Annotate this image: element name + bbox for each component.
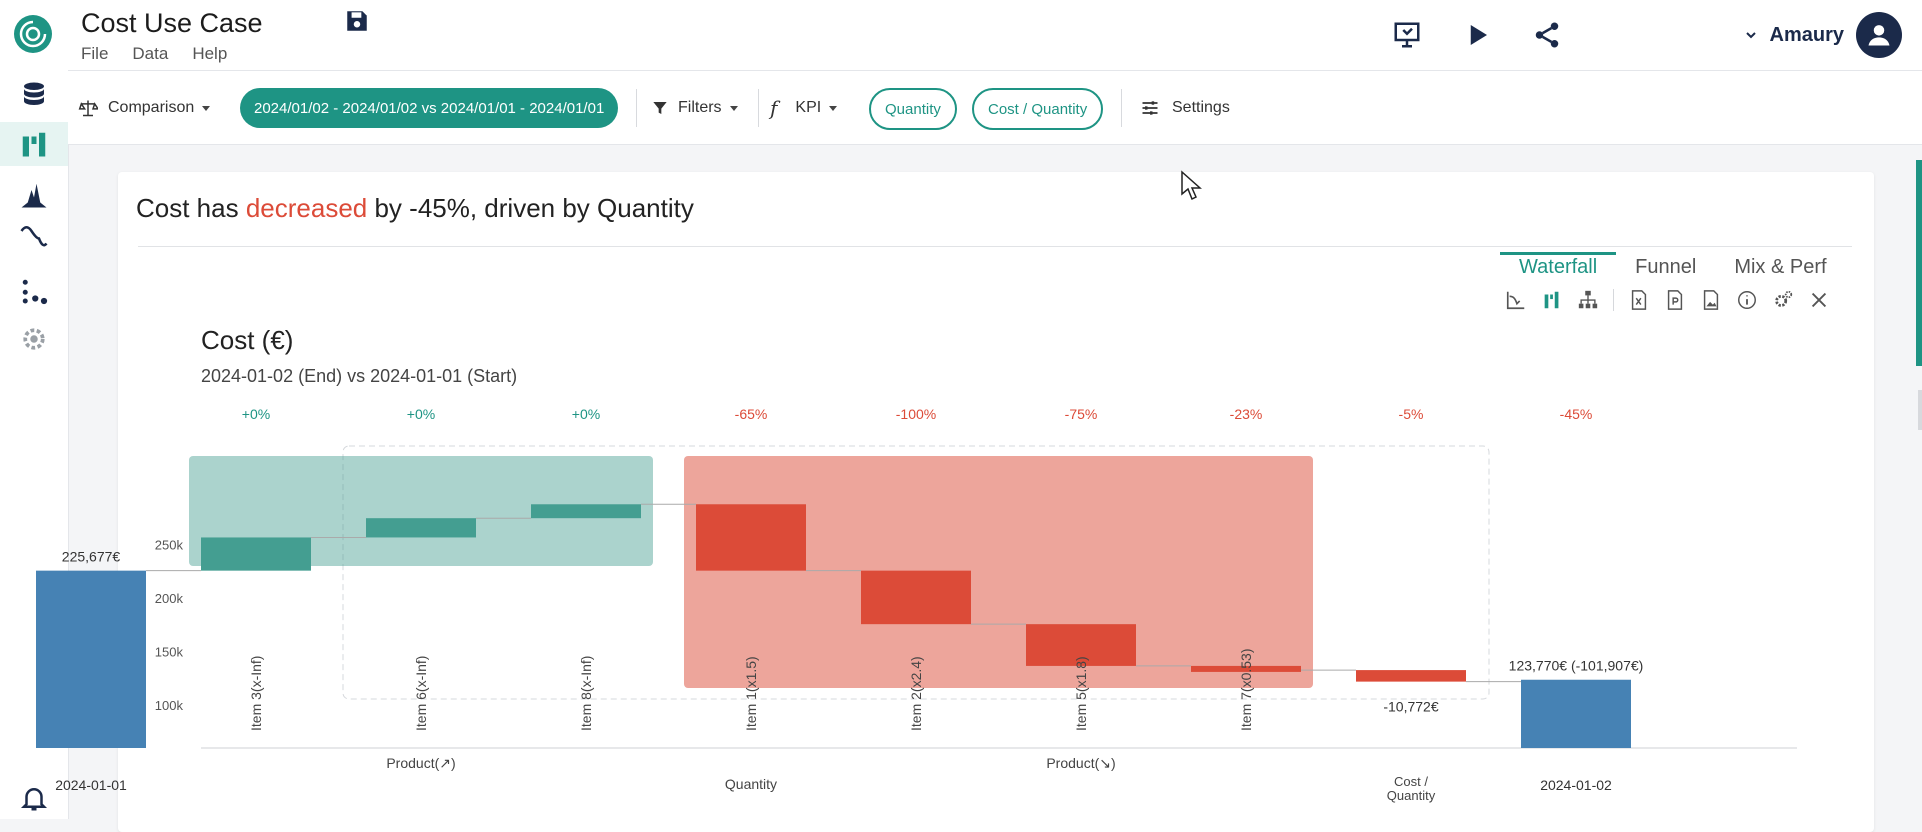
insight-suffix: by -45%, driven by Quantity [367,193,694,223]
tab-funnel[interactable]: Funnel [1616,252,1715,284]
tab-mix-perf[interactable]: Mix & Perf [1715,252,1845,284]
menu-help[interactable]: Help [192,44,227,64]
toolbar-divider [758,89,759,127]
distribution-icon [21,183,47,208]
comparison-label: Comparison [108,99,195,116]
database-icon [24,82,44,105]
chart-tools [1505,289,1830,311]
sidebar-item-scatter[interactable] [0,269,68,313]
scrollbar-thumb[interactable] [1916,160,1922,366]
kpi-pill-cost-per-quantity[interactable]: Cost / Quantity [972,88,1104,130]
app-title: Cost Use Case [81,8,263,38]
scale-icon [78,100,98,117]
sliders-icon [1142,101,1158,115]
waterfall-view-icon[interactable] [1541,289,1563,311]
settings-icon[interactable] [1772,289,1794,311]
kpi-label: KPI [795,99,822,116]
presentation-icon[interactable] [1392,20,1422,50]
comparison-dropdown[interactable]: Comparison [78,88,211,128]
share-icon[interactable] [1532,20,1562,50]
kpi-dropdown[interactable]: f KPI [770,88,838,128]
analysis-toolbar: Comparison 2024/01/02 - 2024/01/02 vs 20… [68,71,1922,145]
trend-icon [20,226,48,247]
sidebar-item-trend[interactable] [0,214,68,258]
waterfall-icon [22,132,46,157]
info-icon[interactable] [1736,289,1758,311]
toolbar-divider [636,89,637,127]
sidebar [0,70,69,819]
insight-headline: Cost has decreased by -45%, driven by Qu… [136,193,694,224]
menu-file[interactable]: File [81,44,108,64]
filters-dropdown[interactable]: Filters [652,88,738,128]
start-value-label: 225,677€ [62,549,121,565]
top-bar: Cost Use Case File Data Help Amaury [0,0,1922,71]
chevron-down-icon [1745,32,1756,39]
sidebar-item-settings[interactable] [0,317,68,361]
scrollbar-marker [1918,390,1922,430]
caret-down-icon [729,105,738,111]
tab-waterfall[interactable]: Waterfall [1500,252,1617,284]
save-icon[interactable] [344,8,370,34]
card-divider [138,246,1852,247]
date-range-pill[interactable]: 2024/01/02 - 2024/01/02 vs 2024/01/01 - … [240,88,619,128]
play-icon[interactable] [1462,20,1492,50]
pdf-export-icon[interactable] [1664,289,1686,311]
toolbar-divider [1121,89,1122,127]
hierarchy-icon[interactable] [1577,289,1599,311]
mouse-cursor-icon [1181,170,1202,201]
settings-button[interactable]: Settings [1140,88,1230,128]
function-icon: f [770,96,778,120]
kpi-pill-quantity[interactable]: Quantity [869,88,957,130]
caret-down-icon [202,105,211,111]
insight-highlight: decreased [245,193,368,223]
image-export-icon[interactable] [1700,289,1722,311]
tools-divider [1613,289,1614,311]
user-icon [1868,25,1890,46]
filter-icon [653,102,667,114]
excel-export-icon[interactable] [1628,289,1650,311]
close-icon[interactable] [1808,289,1830,311]
main-menu: File Data Help [81,44,227,64]
settings-label: Settings [1172,99,1230,116]
filters-label: Filters [678,99,722,116]
caret-down-icon [829,105,838,111]
gear-settings-icon [23,328,45,350]
insight-prefix: Cost has [136,193,246,223]
sidebar-item-waterfall[interactable] [0,122,68,166]
avatar[interactable] [1856,12,1902,58]
sidebar-item-distribution[interactable] [0,173,68,217]
menu-data[interactable]: Data [132,44,168,64]
scatter-icon [22,279,48,305]
chart-tabs: Waterfall Funnel Mix & Perf [1500,252,1846,284]
sidebar-item-data[interactable] [0,73,68,117]
curve-icon[interactable] [1505,289,1527,311]
user-menu[interactable]: Amaury [1744,12,1902,58]
user-name: Amaury [1769,23,1844,46]
bell-icon [20,788,48,811]
sidebar-item-notifications[interactable] [0,776,68,820]
app-logo-icon[interactable] [13,14,53,54]
top-actions [1392,20,1562,50]
